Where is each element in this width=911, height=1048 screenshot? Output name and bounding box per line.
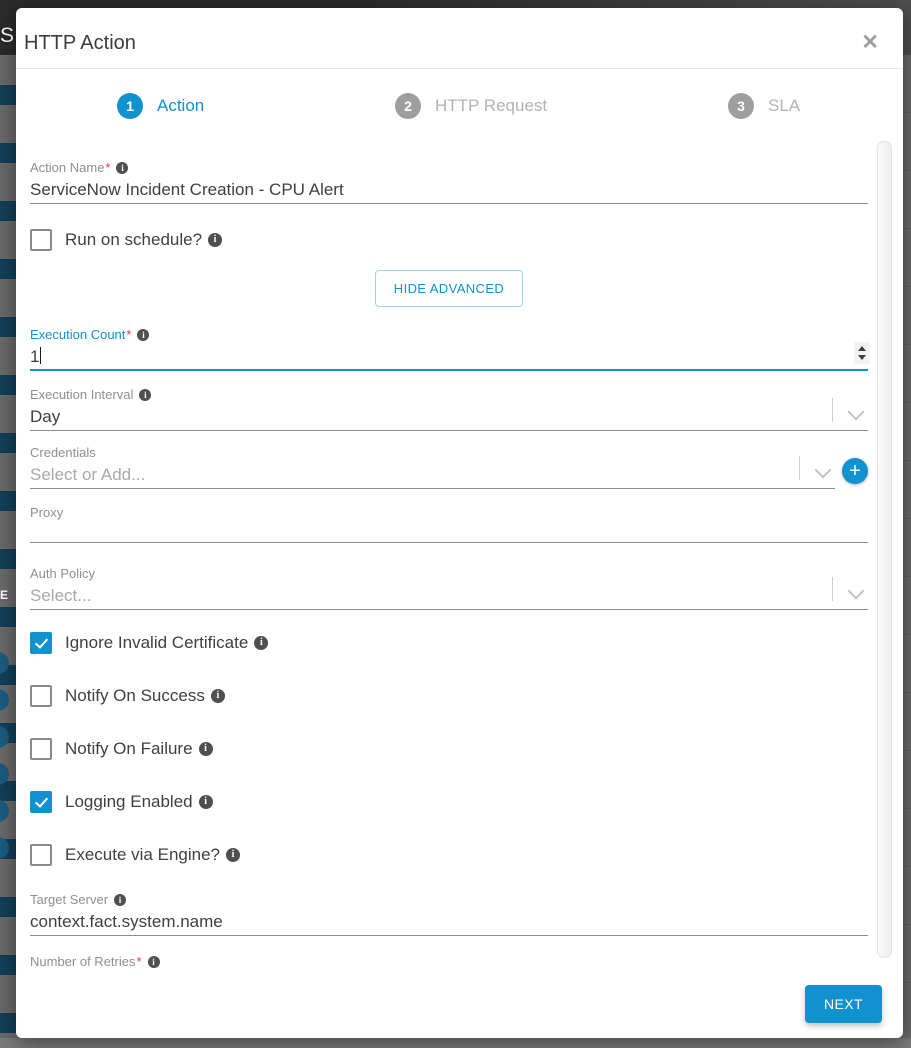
background-icon-fragment <box>0 763 9 785</box>
credentials-select[interactable]: Select or Add... <box>30 464 835 486</box>
info-icon[interactable] <box>254 636 269 650</box>
background-icon-fragment <box>0 800 9 822</box>
execution-count-input[interactable]: 1 <box>30 346 868 368</box>
notify-on-success-checkbox-row[interactable]: Notify On Success <box>30 685 868 707</box>
target-server-label: Target Server <box>30 892 868 908</box>
background-icon-fragment <box>0 837 9 859</box>
ignore-invalid-certificate-checkbox-row[interactable]: Ignore Invalid Certificate <box>30 632 868 654</box>
execution-interval-label: Execution Interval <box>30 387 868 403</box>
info-icon[interactable] <box>226 848 240 862</box>
execute-via-engine-label: Execute via Engine? <box>65 845 220 864</box>
run-on-schedule-checkbox-row[interactable]: Run on schedule? <box>30 229 868 251</box>
checkbox-icon[interactable] <box>30 229 52 251</box>
required-asterisk: * <box>126 327 132 342</box>
background-page-bottom <box>0 1038 911 1048</box>
auth-policy-label: Auth Policy <box>30 566 96 581</box>
wizard-stepper: 1 Action 2 HTTP Request 3 SLA <box>16 69 903 141</box>
logging-enabled-checkbox-row[interactable]: Logging Enabled <box>30 791 868 813</box>
step-label: Action <box>157 96 205 115</box>
background-text-fragment: S <box>0 24 15 47</box>
select-separator <box>832 577 833 601</box>
info-icon[interactable] <box>198 795 213 809</box>
checkbox-icon[interactable] <box>30 791 52 813</box>
checkbox-icon[interactable] <box>30 685 52 707</box>
credentials-label: Credentials <box>30 445 96 460</box>
step-label: SLA <box>768 96 801 115</box>
notify-on-failure-label: Notify On Failure <box>65 739 193 758</box>
auth-policy-select[interactable]: Select... <box>30 585 868 607</box>
notify-on-success-label: Notify On Success <box>65 686 205 705</box>
background-icon-fragment <box>0 689 9 711</box>
info-icon[interactable] <box>137 329 150 341</box>
required-asterisk: * <box>105 160 111 175</box>
text-caret <box>40 347 42 364</box>
info-icon[interactable] <box>139 389 152 401</box>
execution-interval-field: Execution Interval Day <box>30 387 868 431</box>
execute-via-engine-checkbox-row[interactable]: Execute via Engine? <box>30 844 868 866</box>
hide-advanced-button[interactable]: HIDE ADVANCED <box>374 270 524 307</box>
advanced-toggle-wrap: HIDE ADVANCED <box>30 270 868 307</box>
number-stepper[interactable] <box>854 342 870 364</box>
proxy-field: Proxy <box>30 505 868 543</box>
action-name-input[interactable]: ServiceNow Incident Creation - CPU Alert <box>30 179 868 201</box>
info-icon[interactable] <box>210 689 225 703</box>
select-separator <box>799 456 800 480</box>
target-server-field: Target Server context.fact.system.name <box>30 892 868 936</box>
step-sla[interactable]: 3 SLA <box>728 93 800 119</box>
step-action[interactable]: 1 Action <box>117 93 204 119</box>
number-of-retries-label: Number of Retries * <box>30 954 868 968</box>
execution-count-label: Execution Count * <box>30 327 868 343</box>
select-separator <box>832 398 833 422</box>
scrollbar-thumb[interactable] <box>877 141 892 958</box>
info-icon[interactable] <box>114 894 127 906</box>
logging-enabled-label: Logging Enabled <box>65 792 193 811</box>
proxy-input[interactable] <box>30 524 868 540</box>
select-adorner <box>832 398 865 422</box>
number-of-retries-field: Number of Retries* 0 <box>30 954 868 968</box>
background-table-edge-left: E <box>0 55 17 1038</box>
notify-on-failure-checkbox-row[interactable]: Notify On Failure <box>30 738 868 760</box>
background-table-edge-right <box>903 55 911 1038</box>
info-icon[interactable] <box>208 233 223 247</box>
background-text-fragment: E <box>0 588 9 602</box>
next-button[interactable]: NEXT <box>805 985 882 1023</box>
stepper-down-icon[interactable] <box>858 355 866 360</box>
required-asterisk: * <box>136 954 142 968</box>
checkbox-icon[interactable] <box>30 632 52 654</box>
execution-interval-select[interactable]: Day <box>30 406 868 428</box>
credentials-field: Credentials Select or Add... <box>30 445 868 489</box>
action-name-field: Action Name* ServiceNow Incident Creatio… <box>30 160 868 204</box>
stepper-up-icon[interactable] <box>858 346 866 351</box>
step-number-badge: 2 <box>395 93 421 119</box>
step-number-badge: 1 <box>117 93 143 119</box>
background-icon-fragment <box>0 652 9 674</box>
add-credential-button[interactable] <box>842 458 868 484</box>
execution-count-field: Execution Count* 1 <box>30 327 870 371</box>
info-icon[interactable] <box>116 162 129 174</box>
checkbox-icon[interactable] <box>30 738 52 760</box>
auth-policy-field: Auth Policy Select... <box>30 566 868 610</box>
step-http-request[interactable]: 2 HTTP Request <box>395 93 547 119</box>
run-on-schedule-label: Run on schedule? <box>65 230 203 249</box>
step-label: HTTP Request <box>435 96 548 115</box>
chevron-down-icon[interactable] <box>847 403 865 421</box>
action-name-label: Action Name * <box>30 160 868 176</box>
modal-header: HTTP Action ✕ <box>16 8 903 69</box>
http-action-modal: HTTP Action ✕ 1 Action 2 HTTP Request 3 … <box>16 8 903 1038</box>
close-icon[interactable]: ✕ <box>861 32 879 53</box>
ignore-invalid-certificate-label: Ignore Invalid Certificate <box>65 633 249 652</box>
form-scroll-area: Action Name* ServiceNow Incident Creatio… <box>16 140 889 968</box>
proxy-label: Proxy <box>30 505 64 520</box>
chevron-down-icon[interactable] <box>847 582 865 600</box>
modal-title: HTTP Action <box>24 32 136 54</box>
background-icon-fragment <box>0 726 9 748</box>
checkbox-icon[interactable] <box>30 844 52 866</box>
step-number-badge: 3 <box>728 93 754 119</box>
target-server-input[interactable]: context.fact.system.name <box>30 911 868 933</box>
select-adorner <box>799 456 832 480</box>
info-icon[interactable] <box>147 956 160 968</box>
chevron-down-icon[interactable] <box>814 461 832 479</box>
info-icon[interactable] <box>198 742 213 756</box>
select-adorner <box>832 577 865 601</box>
